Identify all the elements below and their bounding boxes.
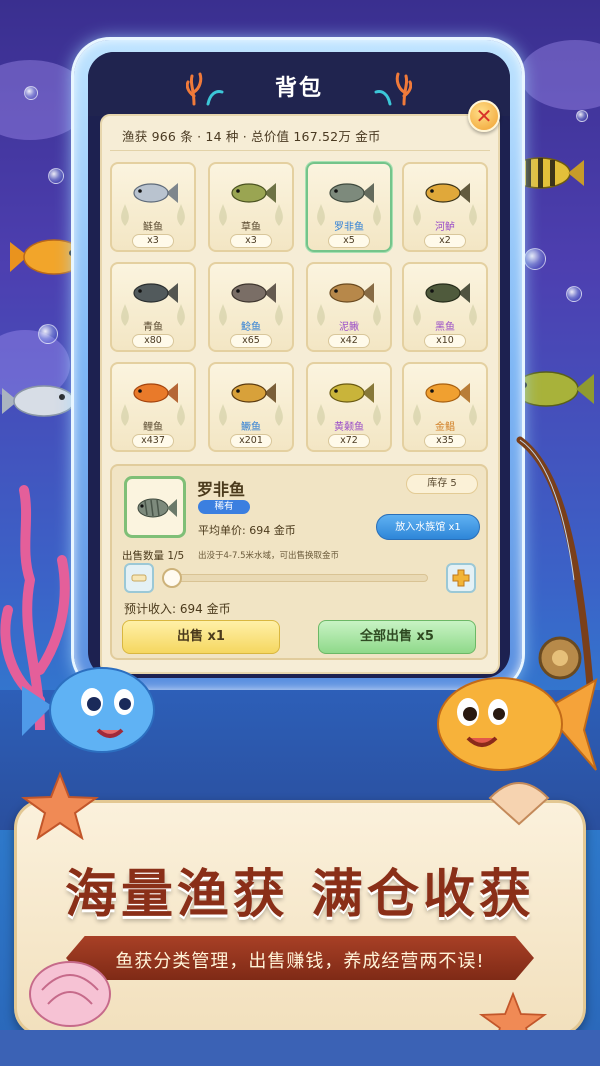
quantity-slider-handle[interactable] xyxy=(162,568,182,588)
seashell-icon xyxy=(488,782,550,826)
sell-quantity-label: 出售数量 1/5 xyxy=(122,550,185,562)
fish-item[interactable]: 黑鱼 x10 xyxy=(402,262,488,352)
fish-count: x3 xyxy=(230,234,272,248)
fish-icon xyxy=(133,183,178,203)
fish-item[interactable]: 鲤鱼 x437 xyxy=(110,362,196,452)
fish-name: 泥鳅 xyxy=(339,322,359,333)
increase-button[interactable] xyxy=(446,563,476,593)
stock-badge: 库存 5 xyxy=(406,474,478,494)
silver-fish-decoration xyxy=(2,385,75,417)
fish-count: x10 xyxy=(424,334,466,348)
fish-item[interactable]: 鳜鱼 x201 xyxy=(208,362,294,452)
fish-name: 金鲳 xyxy=(435,422,455,433)
tilapia-icon xyxy=(137,498,177,518)
bubble-decoration xyxy=(576,110,588,122)
fish-count: x72 xyxy=(328,434,370,448)
fish-icon xyxy=(231,183,276,203)
bubble-decoration xyxy=(566,286,582,302)
average-price: 平均单价: 694 金币 xyxy=(198,524,296,537)
rarity-badge: 稀有 xyxy=(198,500,250,514)
fish-count: x35 xyxy=(424,434,466,448)
fish-count: x5 xyxy=(328,234,370,248)
fish-icon xyxy=(425,183,470,203)
fish-item[interactable]: 河鲈 x2 xyxy=(402,162,488,252)
fish-item[interactable]: 罗非鱼 x5 xyxy=(306,162,392,252)
goldfish-mascot xyxy=(437,677,598,771)
fish-count: x80 xyxy=(132,334,174,348)
bubble-decoration xyxy=(524,248,546,270)
fish-item[interactable]: 草鱼 x3 xyxy=(208,162,294,252)
bubble-decoration xyxy=(24,86,38,100)
fish-count: x42 xyxy=(328,334,370,348)
selected-fish-name: 罗非鱼 xyxy=(197,480,246,499)
fish-icon xyxy=(231,283,276,303)
quantity-slider-track[interactable] xyxy=(166,574,428,582)
fish-name: 草鱼 xyxy=(241,222,261,233)
page-title: 背包 xyxy=(274,76,323,101)
fish-icon xyxy=(329,383,374,403)
fish-item[interactable]: 黄颡鱼 x72 xyxy=(306,362,392,452)
starfish-icon xyxy=(21,771,99,840)
fish-name: 青鱼 xyxy=(143,322,163,333)
title-bar: 背包 xyxy=(88,52,510,116)
fish-habitat-hint: 出没于4-7.5米水域，可出售换取金币 xyxy=(198,551,339,561)
decrease-button[interactable] xyxy=(124,563,154,593)
promo-headline: 海量渔获 满仓收获 xyxy=(64,864,536,925)
fish-name: 黑鱼 xyxy=(435,322,455,333)
close-icon: ✕ xyxy=(475,104,493,128)
fish-icon xyxy=(425,383,470,403)
bubble-decoration xyxy=(48,168,64,184)
fish-name: 鲶鱼 xyxy=(241,322,261,333)
fish-icon xyxy=(329,283,374,303)
fish-item[interactable]: 鲢鱼 x3 xyxy=(110,162,196,252)
fish-name: 鳜鱼 xyxy=(241,422,261,433)
bubble-decoration xyxy=(38,324,58,344)
seabed xyxy=(0,1030,600,1066)
sell-all-button[interactable]: 全部出售 x5 xyxy=(318,620,476,654)
fish-name: 鲤鱼 xyxy=(143,422,163,433)
selected-fish-image xyxy=(124,476,186,538)
fish-count: x2 xyxy=(424,234,466,248)
close-button[interactable]: ✕ xyxy=(468,100,500,132)
inventory-stats: 渔获 966 条 · 14 种 · 总价值 167.52万 金币 xyxy=(122,129,381,144)
add-to-aquarium-button[interactable]: 放入水族馆 x1 xyxy=(376,514,480,540)
fish-item[interactable]: 金鲳 x35 xyxy=(402,362,488,452)
fish-item[interactable]: 青鱼 x80 xyxy=(110,262,196,352)
promo-subline: 鱼获分类管理，出售赚钱，养成经营两不误! xyxy=(115,951,485,972)
divider xyxy=(110,150,490,151)
conch-shell-icon xyxy=(29,961,111,1027)
fish-icon xyxy=(329,183,374,203)
expected-revenue: 预计收入: 694 金币 xyxy=(124,602,231,616)
fish-name: 黄颡鱼 xyxy=(334,422,364,433)
fish-icon xyxy=(231,383,276,403)
fish-name: 罗非鱼 xyxy=(334,222,364,233)
fish-item[interactable]: 泥鳅 x42 xyxy=(306,262,392,352)
fish-icon xyxy=(425,283,470,303)
fish-count: x65 xyxy=(230,334,272,348)
fish-name: 河鲈 xyxy=(435,222,455,233)
minus-icon xyxy=(131,574,147,582)
fish-item[interactable]: 鲶鱼 x65 xyxy=(208,262,294,352)
fish-name: 鲢鱼 xyxy=(143,222,163,233)
fish-count: x437 xyxy=(132,434,174,448)
fish-icon xyxy=(133,383,178,403)
fish-icon xyxy=(133,283,178,303)
cloud-decoration xyxy=(520,40,600,110)
blue-fish-mascot xyxy=(22,667,155,753)
fish-count: x3 xyxy=(132,234,174,248)
plus-icon xyxy=(452,569,470,587)
fish-count: x201 xyxy=(230,434,272,448)
